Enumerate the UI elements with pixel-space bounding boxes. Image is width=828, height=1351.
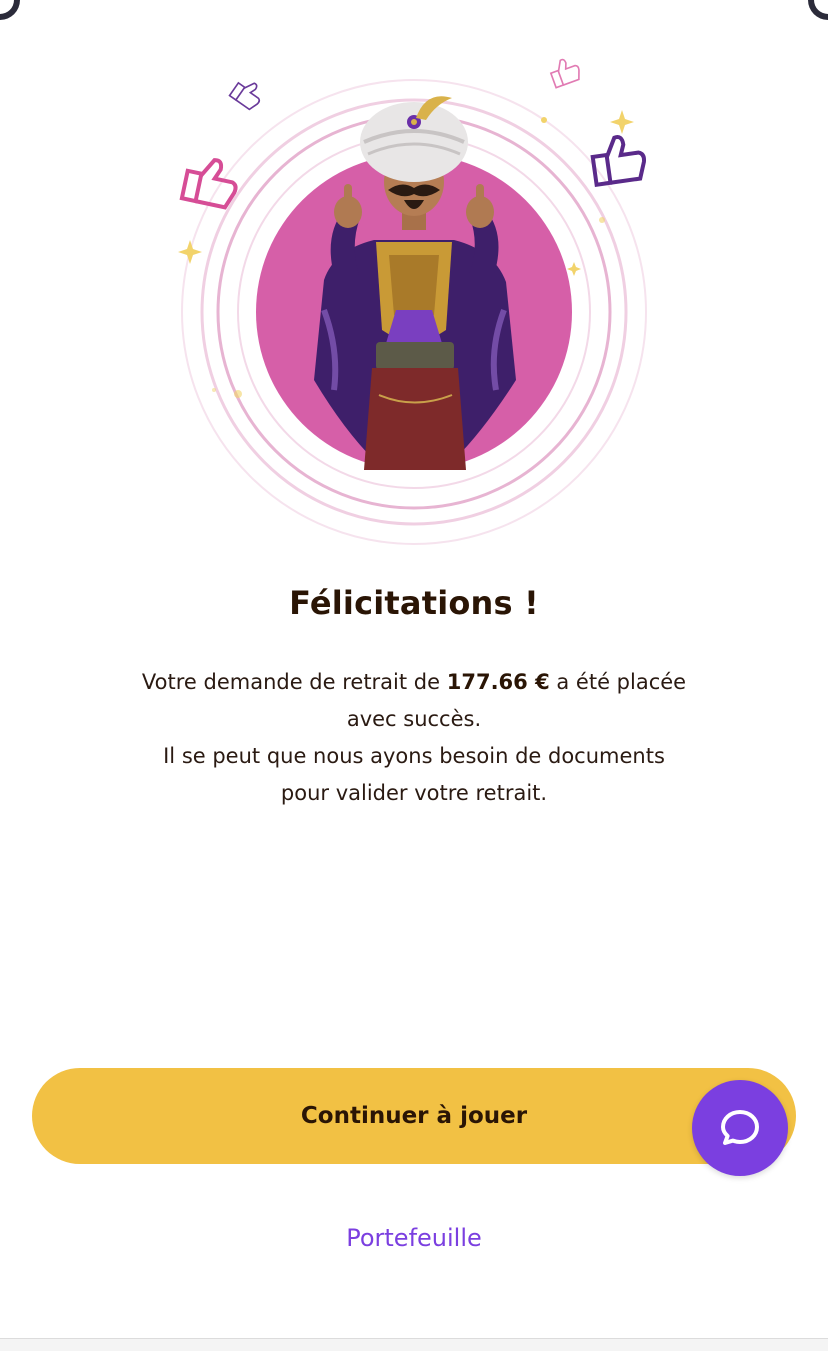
wallet-link[interactable]: Portefeuille	[0, 1224, 828, 1252]
chat-button[interactable]	[692, 1080, 788, 1176]
bottom-bar	[0, 1338, 828, 1351]
window-corner-edge	[0, 0, 828, 10]
thumbs-up-icon	[590, 135, 647, 187]
page-title: Félicitations !	[289, 584, 539, 622]
thumbs-up-icon	[549, 58, 580, 89]
hero-illustration	[164, 50, 664, 550]
chat-bubble-icon	[721, 1110, 759, 1145]
continue-playing-button[interactable]: Continuer à jouer	[32, 1068, 796, 1164]
confirmation-message: Votre demande de retrait de 177.66 € a é…	[140, 664, 688, 812]
message-text: Votre demande de retrait de	[141, 670, 447, 694]
thumbs-up-icon	[228, 81, 261, 111]
message-note: Il se peut que nous ayons besoin de docu…	[163, 744, 665, 805]
withdrawal-amount: 177.66 €	[446, 670, 550, 694]
